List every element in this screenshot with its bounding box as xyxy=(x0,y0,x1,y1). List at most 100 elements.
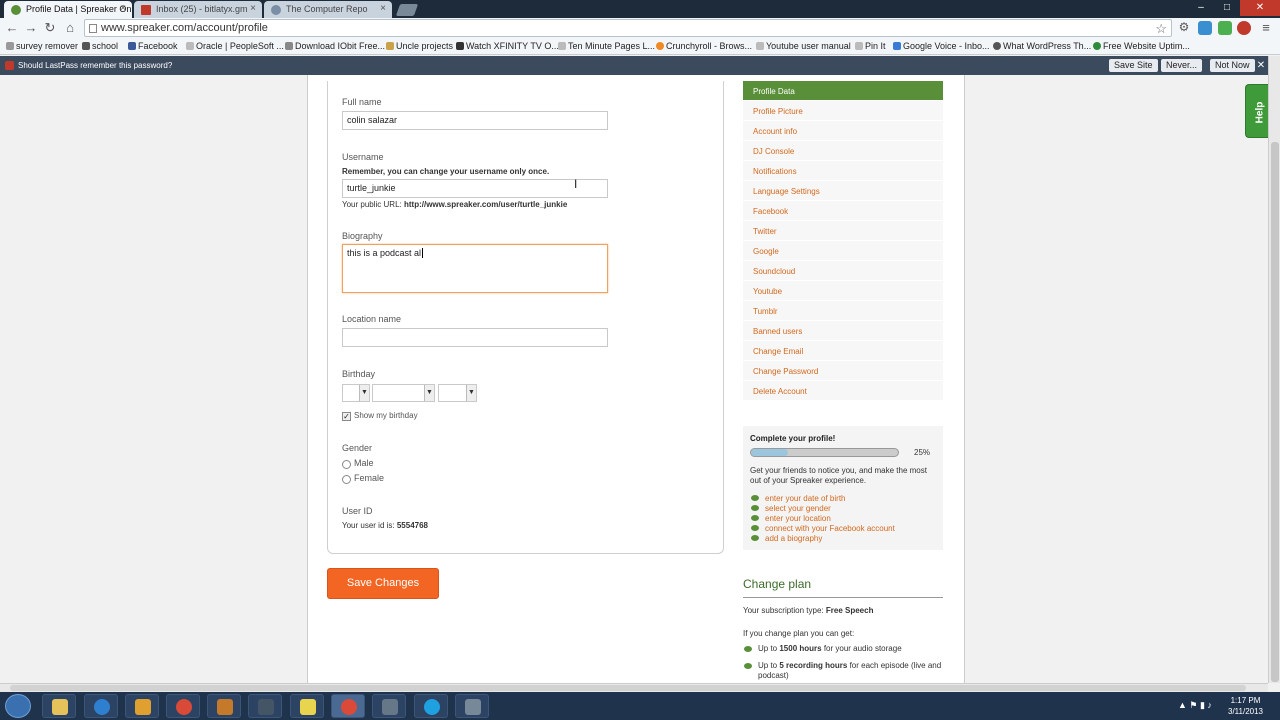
bookmark-item[interactable]: Free Website Uptim... xyxy=(1093,41,1190,51)
forward-icon[interactable]: → xyxy=(23,20,39,35)
birthday-year-select[interactable]: ▼ xyxy=(438,384,477,402)
bookmark-item[interactable]: Watch XFINITY TV O... xyxy=(456,41,559,51)
task-facebook[interactable]: connect with your Facebook account xyxy=(750,524,895,534)
sidebar-item-youtube[interactable]: Youtube xyxy=(743,281,943,301)
sidebar-item-soundcloud[interactable]: Soundcloud xyxy=(743,261,943,281)
bookmark-item[interactable]: Crunchyroll - Brows... xyxy=(656,41,752,51)
horizontal-scrollbar[interactable] xyxy=(0,683,1268,692)
bookmark-item[interactable]: Download IObit Free... xyxy=(285,41,385,51)
close-icon[interactable]: × xyxy=(380,3,386,14)
full-name-input[interactable]: colin salazar xyxy=(342,111,608,130)
never-button[interactable]: Never... xyxy=(1161,59,1203,72)
tab-profile-data[interactable]: Profile Data | Spreaker Onl × xyxy=(4,1,132,18)
sidebar-item-language-settings[interactable]: Language Settings xyxy=(743,181,943,201)
taskbar-clock[interactable]: 1:17 PM 3/11/2013 xyxy=(1228,695,1263,717)
taskbar-media[interactable] xyxy=(207,694,241,718)
home-icon[interactable]: ⌂ xyxy=(62,20,78,35)
extension-icon[interactable] xyxy=(1237,21,1251,35)
bookmark-item[interactable]: What WordPress Th... xyxy=(993,41,1091,51)
progress-fill xyxy=(751,449,788,456)
sidebar-item-notifications[interactable]: Notifications xyxy=(743,161,943,181)
browser-toolbar: ← → ↻ ⌂ www.spreaker.com/account/profile… xyxy=(0,18,1280,38)
start-button[interactable] xyxy=(5,694,31,718)
tab-inbox[interactable]: Inbox (25) - bitlatyx.gm × xyxy=(134,1,262,18)
gender-female-radio[interactable] xyxy=(342,475,351,484)
scrollbar-thumb[interactable] xyxy=(1271,142,1279,682)
location-input[interactable] xyxy=(342,328,608,347)
address-bar[interactable]: www.spreaker.com/account/profile ☆ xyxy=(84,19,1172,37)
sidebar-item-dj-console[interactable]: DJ Console xyxy=(743,141,943,161)
birthday-day-select[interactable]: ▼ xyxy=(342,384,370,402)
minimize-icon[interactable]: – xyxy=(1188,0,1214,16)
taskbar-chrome-pinned[interactable] xyxy=(166,694,200,718)
bookmark-item[interactable]: Ten Minute Pages L... xyxy=(558,41,655,51)
sidebar-item-facebook[interactable]: Facebook xyxy=(743,201,943,221)
username-input[interactable]: turtle_junkie xyxy=(342,179,608,198)
bullet-icon xyxy=(744,646,752,652)
sidebar-item-change-password[interactable]: Change Password xyxy=(743,361,943,381)
taskbar-outlook[interactable] xyxy=(125,694,159,718)
extension-icon[interactable] xyxy=(1218,21,1232,35)
taskbar-explorer[interactable] xyxy=(42,694,76,718)
new-tab-button[interactable] xyxy=(395,4,419,16)
back-icon[interactable]: ← xyxy=(4,20,20,35)
sidebar-item-google[interactable]: Google xyxy=(743,241,943,261)
taskbar-skype[interactable] xyxy=(414,694,448,718)
scrollbar-thumb[interactable] xyxy=(10,685,1246,691)
bookmark-item[interactable]: school xyxy=(82,41,118,51)
not-now-button[interactable]: Not Now xyxy=(1210,59,1255,72)
sidebar-item-change-email[interactable]: Change Email xyxy=(743,341,943,361)
taskbar-app[interactable] xyxy=(372,694,406,718)
bookmark-item[interactable]: Oracle | PeopleSoft ... xyxy=(186,41,284,51)
birthday-month-select[interactable]: ▼ xyxy=(372,384,435,402)
taskbar-recorder[interactable] xyxy=(455,694,489,718)
bookmark-item[interactable]: survey remover xyxy=(6,41,78,51)
bookmark-item[interactable]: Uncle projects xyxy=(386,41,453,51)
show-birthday-checkbox[interactable]: ✓ xyxy=(342,412,351,421)
reload-icon[interactable]: ↻ xyxy=(42,20,58,36)
vertical-scrollbar[interactable] xyxy=(1268,56,1280,683)
save-site-button[interactable]: Save Site xyxy=(1109,59,1158,72)
sidebar-item-account-info[interactable]: Account info xyxy=(743,121,943,141)
bookmark-item[interactable]: Facebook xyxy=(128,41,178,51)
system-tray-icons[interactable]: ▲ ⚑ ▮ ♪ xyxy=(1178,700,1212,711)
taskbar-chrome-active[interactable] xyxy=(331,694,365,718)
close-icon[interactable]: ✕ xyxy=(1254,60,1268,71)
maximize-icon[interactable]: □ xyxy=(1214,0,1240,16)
sidebar-item-profile-data[interactable]: Profile Data xyxy=(743,81,943,101)
task-biography[interactable]: add a biography xyxy=(750,534,895,544)
close-icon[interactable]: × xyxy=(250,3,256,14)
task-gender[interactable]: select your gender xyxy=(750,504,895,514)
close-icon[interactable]: × xyxy=(120,3,126,14)
settings-wrench-icon[interactable]: ⚙ xyxy=(1176,20,1192,34)
help-tab[interactable]: Help xyxy=(1245,84,1268,138)
bookmark-item[interactable]: Youtube user manual xyxy=(756,41,851,51)
sidebar-item-banned-users[interactable]: Banned users xyxy=(743,321,943,341)
sidebar-item-twitter[interactable]: Twitter xyxy=(743,221,943,241)
public-url[interactable]: http://www.spreaker.com/user/turtle_junk… xyxy=(404,200,567,209)
extension-icon[interactable] xyxy=(1198,21,1212,35)
sidebar-item-tumblr[interactable]: Tumblr xyxy=(743,301,943,321)
gender-male-radio[interactable] xyxy=(342,460,351,469)
biography-textarea[interactable]: this is a podcast al xyxy=(342,244,608,293)
taskbar-notes[interactable] xyxy=(290,694,324,718)
folder-icon xyxy=(52,699,68,715)
lastpass-icon xyxy=(5,61,14,70)
bookmark-star-icon[interactable]: ☆ xyxy=(1155,21,1167,37)
folder-icon xyxy=(6,42,14,50)
taskbar-app[interactable] xyxy=(248,694,282,718)
menu-icon[interactable]: ≡ xyxy=(1258,20,1274,35)
window-close-icon[interactable]: ✕ xyxy=(1240,0,1280,16)
task-location[interactable]: enter your location xyxy=(750,514,895,524)
skype-icon xyxy=(424,699,440,715)
save-changes-button[interactable]: Save Changes xyxy=(327,568,439,599)
plan-benefit-item: Up to 5 recording hours for each episode… xyxy=(743,661,948,681)
sidebar-item-delete-account[interactable]: Delete Account xyxy=(743,381,943,401)
taskbar-ie[interactable] xyxy=(84,694,118,718)
bookmark-item[interactable]: Pin It xyxy=(855,41,886,51)
tab-computer-repo[interactable]: The Computer Repo × xyxy=(264,1,392,18)
task-birth-date[interactable]: enter your date of birth xyxy=(750,494,895,504)
sidebar-item-profile-picture[interactable]: Profile Picture xyxy=(743,101,943,121)
notes-icon xyxy=(300,699,316,715)
bookmark-item[interactable]: Google Voice - Inbo... xyxy=(893,41,990,51)
